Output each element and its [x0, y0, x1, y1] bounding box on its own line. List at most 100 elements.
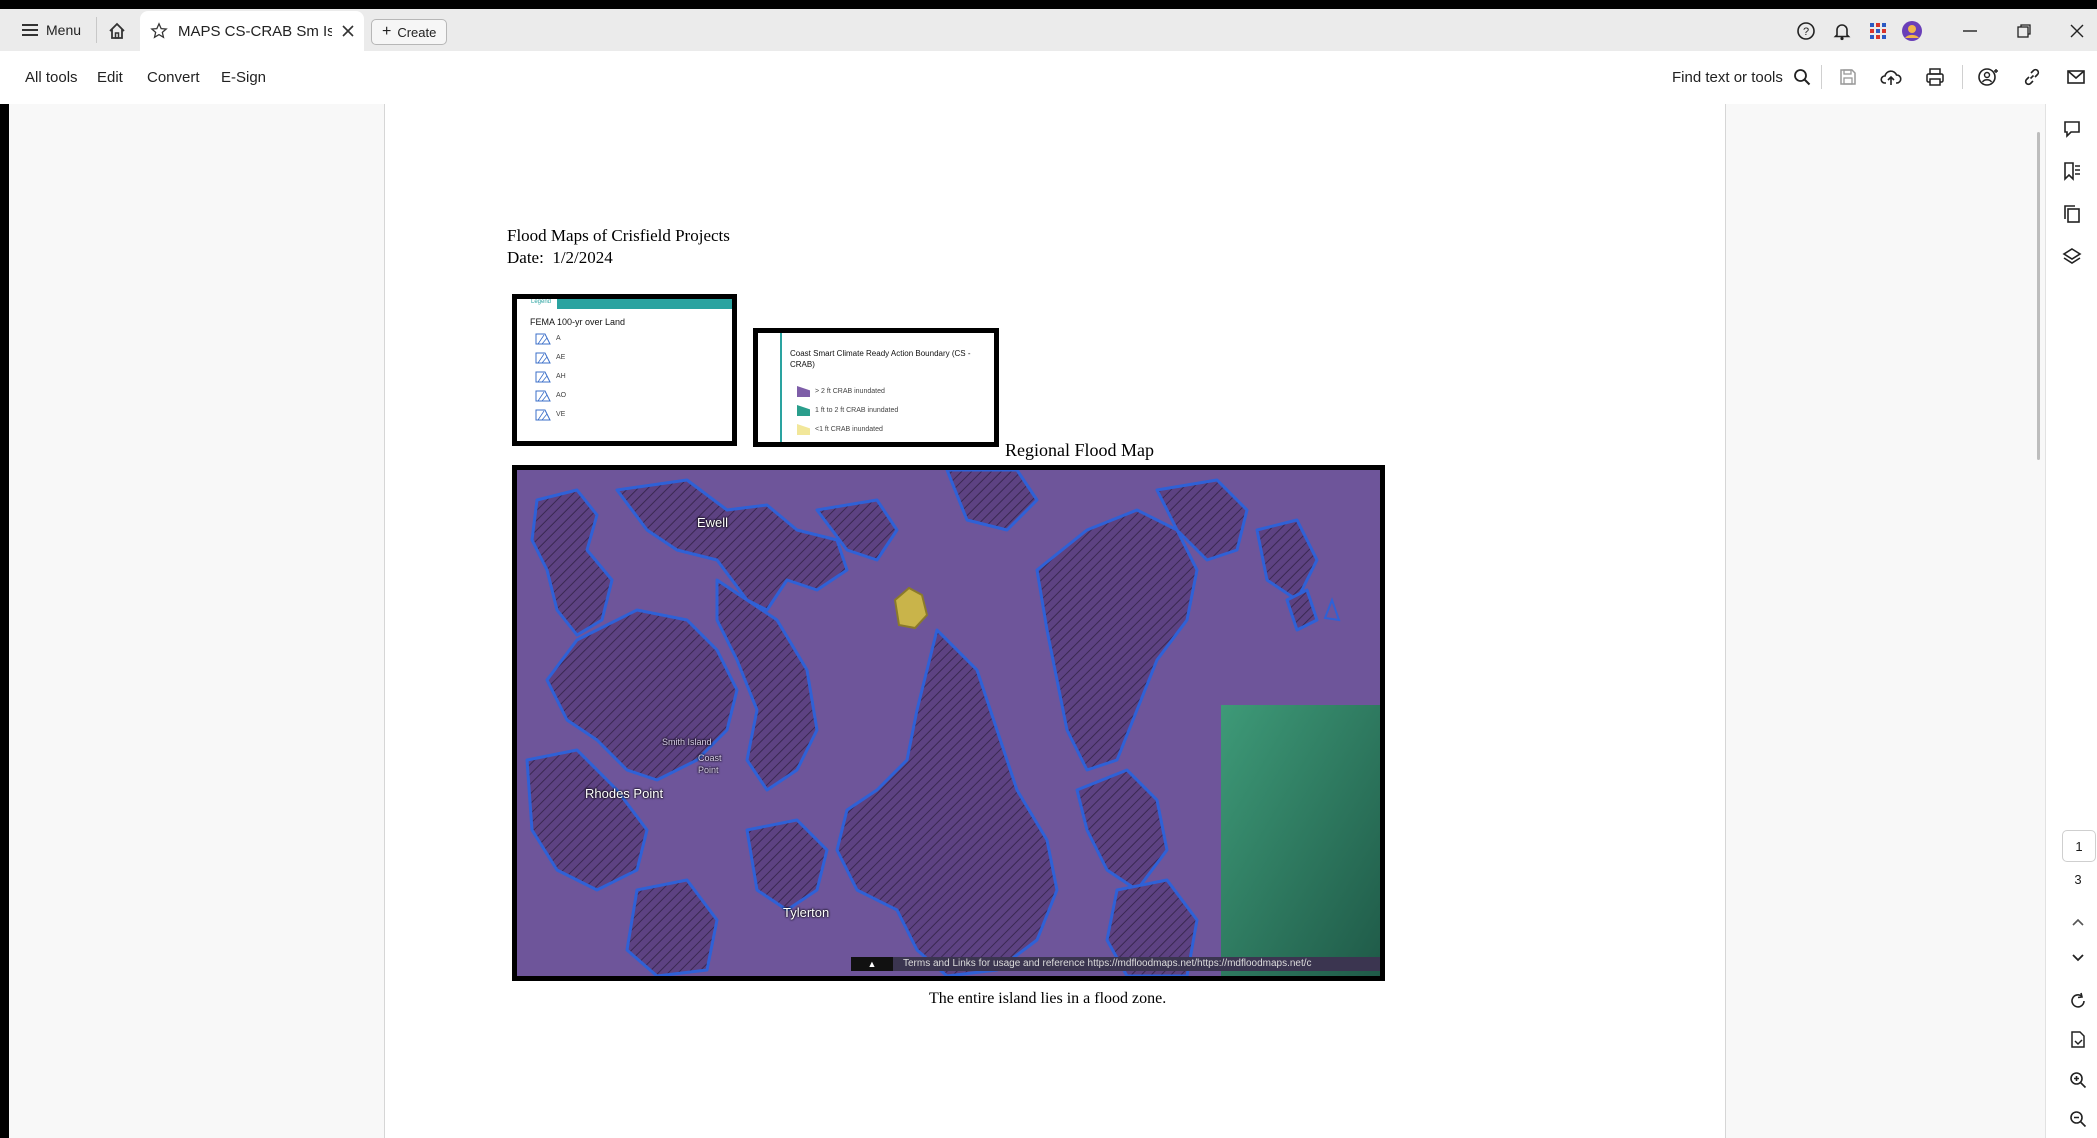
window-left-border: [0, 104, 9, 1138]
print-button[interactable]: [1922, 64, 1948, 90]
title-line: Flood Maps of Crisfield Projects: [507, 226, 730, 245]
zoom-in-button[interactable]: [2065, 1067, 2091, 1093]
help-icon: ?: [1797, 22, 1815, 40]
find-tools-button[interactable]: Find text or tools: [1672, 68, 1811, 86]
zoom-out-button[interactable]: [2065, 1106, 2091, 1132]
cloud-upload-icon: [1880, 70, 1902, 85]
document-title: Flood Maps of Crisfield Projects Date: 1…: [507, 225, 730, 269]
help-button[interactable]: ?: [1791, 18, 1821, 44]
tab-title: MAPS CS-CRAB Sm Isld ...: [178, 22, 332, 40]
close-icon: [2070, 24, 2084, 38]
hatch-swatch-icon: [535, 371, 551, 382]
all-tools-menu[interactable]: All tools: [25, 69, 78, 86]
email-button[interactable]: [2063, 64, 2089, 90]
home-button[interactable]: [104, 18, 130, 44]
layers-icon: [2062, 248, 2082, 264]
notifications-button[interactable]: [1827, 18, 1857, 44]
comments-button[interactable]: [2059, 116, 2085, 142]
legend-side-panel: [758, 333, 782, 442]
rotate-button[interactable]: [2065, 988, 2091, 1014]
legend-title: Coast Smart Climate Ready Action Boundar…: [790, 349, 971, 369]
create-label: Create: [397, 24, 437, 40]
divider: [96, 17, 97, 43]
bookmarks-button[interactable]: [2059, 158, 2085, 184]
total-pages: 3: [2074, 872, 2082, 887]
page-settings-icon: [2071, 1031, 2085, 1048]
map-label-ewell: Ewell: [697, 515, 729, 530]
flood-map-graphic: [517, 470, 1380, 976]
upload-button[interactable]: [1878, 64, 1904, 90]
regional-flood-map-image: Ewell Smith Island Coast Point Rhodes Po…: [512, 465, 1385, 981]
map-label-tylerton: Tylerton: [783, 905, 830, 920]
comment-icon: [2064, 121, 2080, 138]
hamburger-icon: [22, 24, 38, 36]
zoom-in-icon: [2070, 1072, 2087, 1089]
link-icon: [2024, 68, 2040, 86]
find-label: Find text or tools: [1672, 68, 1783, 86]
current-page-input[interactable]: 1: [2062, 830, 2096, 862]
hatch-swatch-icon: [535, 390, 551, 401]
map-attribution: ▲ Terms and Links for usage and referenc…: [851, 957, 1380, 971]
plus-icon: +: [382, 23, 392, 40]
share-person-icon: [1978, 68, 1998, 86]
share-button[interactable]: [1975, 64, 2001, 90]
previous-page-button[interactable]: [2065, 909, 2091, 935]
divider: [1821, 65, 1822, 89]
save-icon: [1840, 69, 1856, 85]
search-icon: [1793, 69, 1811, 86]
minimize-button[interactable]: [1955, 18, 1985, 44]
right-sidebar: [2045, 104, 2097, 1138]
next-page-button[interactable]: [2065, 945, 2091, 971]
map-label-small: Point: [698, 765, 719, 775]
pages-icon: [2064, 205, 2080, 223]
main-toolbar: All tools Edit Convert E-Sign Find text …: [0, 51, 2097, 105]
apps-button[interactable]: [1863, 18, 1893, 44]
legend-item-label: > 2 ft CRAB inundated: [815, 388, 885, 395]
legend-row: > 2 ft CRAB inundated: [797, 386, 885, 397]
edit-menu[interactable]: Edit: [97, 69, 123, 86]
apps-grid-icon: [1870, 23, 1886, 39]
restore-button[interactable]: [2009, 18, 2039, 44]
document-tab[interactable]: MAPS CS-CRAB Sm Isld ...: [140, 11, 364, 51]
map-label-small: Coast: [698, 753, 722, 763]
pdf-page: Flood Maps of Crisfield Projects Date: 1…: [384, 104, 1726, 1138]
fema-legend-image: Legend FEMA 100-yr over Land A AE AH AO VE: [512, 294, 737, 446]
hatch-swatch-icon: [535, 352, 551, 363]
crab-legend-image: Coast Smart Climate Ready Action Boundar…: [753, 328, 999, 447]
mail-icon: [2067, 70, 2085, 84]
restore-icon: [2017, 24, 2031, 38]
legend-row: VE: [535, 407, 732, 422]
attribution-toggle-button[interactable]: ▲: [851, 957, 893, 971]
save-button[interactable]: [1835, 64, 1861, 90]
legend-tab: Legend: [517, 299, 557, 309]
pages-button[interactable]: [2059, 201, 2085, 227]
legend-row: AO: [535, 388, 732, 403]
legend-item-label: <1 ft CRAB inundated: [815, 426, 883, 433]
esign-menu[interactable]: E-Sign: [221, 69, 266, 86]
menu-label: Menu: [46, 22, 82, 38]
legend-item-label: AH: [556, 373, 566, 380]
attribution-text: Terms and Links for usage and reference …: [903, 958, 1312, 969]
page-settings-button[interactable]: [2065, 1027, 2091, 1053]
legend-item-label: VE: [556, 411, 566, 418]
close-window-button[interactable]: [2062, 18, 2092, 44]
profile-button[interactable]: [1897, 18, 1927, 44]
avatar-icon: [1902, 21, 1922, 41]
star-icon[interactable]: [150, 22, 168, 40]
legend-row: AE: [535, 350, 732, 365]
chevron-up-icon: [2072, 918, 2084, 926]
divider: [1962, 65, 1963, 89]
legend-item-label: 1 ft to 2 ft CRAB inundated: [815, 407, 899, 414]
menu-button[interactable]: Menu: [22, 19, 81, 41]
legend-row: <1 ft CRAB inundated: [797, 424, 883, 435]
close-tab-icon[interactable]: [342, 25, 354, 37]
copy-link-button[interactable]: [2019, 64, 2045, 90]
legend-swatch: [797, 405, 810, 416]
legend-header-bar: Legend: [517, 299, 732, 309]
title-bar: Menu MAPS CS-CRAB Sm Isld ... + Create ?: [0, 9, 2097, 51]
map-label-rhodes-point: Rhodes Point: [585, 786, 664, 801]
create-button[interactable]: + Create: [371, 19, 448, 45]
vertical-scrollbar[interactable]: [2037, 132, 2040, 460]
layers-button[interactable]: [2059, 243, 2085, 269]
convert-menu[interactable]: Convert: [147, 69, 200, 86]
